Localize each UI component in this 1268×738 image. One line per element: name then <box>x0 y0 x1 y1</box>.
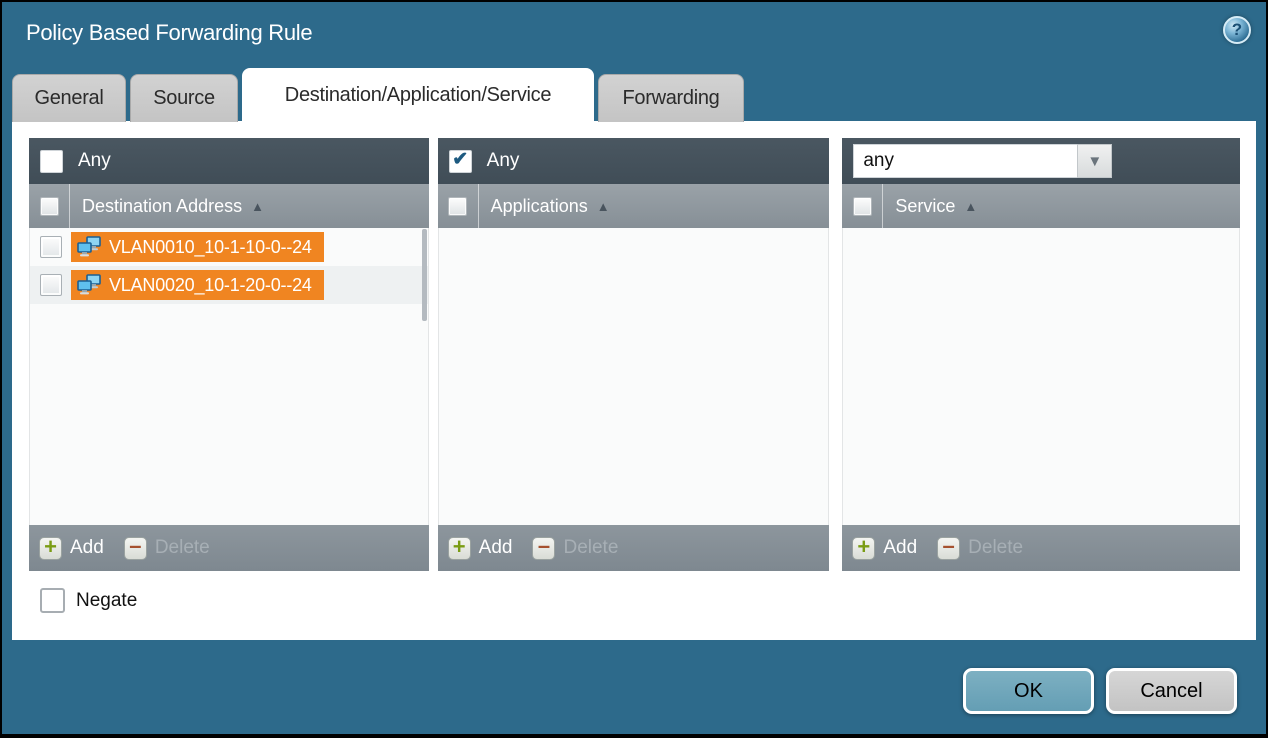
sort-asc-icon: ▲ <box>964 199 977 214</box>
delete-button[interactable]: – Delete <box>124 537 210 560</box>
cancel-button[interactable]: Cancel <box>1106 668 1237 714</box>
tab-general[interactable]: General <box>12 74 126 122</box>
service-select-all-checkbox[interactable] <box>853 197 872 216</box>
tab-bar: General Source Destination/Application/S… <box>12 68 1256 122</box>
destination-address-label: VLAN0010_10-1-10-0--24 <box>109 237 312 258</box>
negate-checkbox[interactable] <box>40 588 65 613</box>
add-icon: + <box>857 536 870 558</box>
delete-button-label: Delete <box>155 537 210 559</box>
ok-button[interactable]: OK <box>963 668 1094 714</box>
service-panel: any ▼ Service ▲ + Add – Delete <box>842 138 1240 571</box>
service-dropdown-value[interactable]: any <box>853 144 1077 178</box>
add-button-label: Add <box>479 537 513 559</box>
add-icon: + <box>453 536 466 558</box>
tab-destination-application-service[interactable]: Destination/Application/Service <box>242 68 594 122</box>
service-column-header[interactable]: Service ▲ <box>842 184 1240 228</box>
add-button[interactable]: + Add <box>39 537 104 560</box>
network-computers-icon <box>76 274 102 296</box>
row-checkbox[interactable] <box>40 236 62 258</box>
applications-list <box>438 228 830 525</box>
delete-button-label: Delete <box>563 537 618 559</box>
help-icon[interactable]: ? <box>1223 16 1251 44</box>
applications-column-title: Applications <box>491 196 588 217</box>
applications-panel: Any Applications ▲ + Add – Delete <box>438 138 830 571</box>
destination-toolbar: + Add – Delete <box>29 525 429 571</box>
applications-select-all-checkbox[interactable] <box>448 197 467 216</box>
delete-icon: – <box>129 535 141 557</box>
add-button[interactable]: + Add <box>852 537 917 560</box>
negate-row: Negate <box>40 588 1240 613</box>
tab-forwarding[interactable]: Forwarding <box>598 74 744 122</box>
table-row: VLAN0010_10-1-10-0--24 <box>30 228 428 266</box>
chevron-down-icon[interactable]: ▼ <box>1077 144 1112 178</box>
service-dropdown[interactable]: any ▼ <box>853 144 1112 178</box>
destination-column-title: Destination Address <box>82 196 242 217</box>
tab-source[interactable]: Source <box>130 74 238 122</box>
table-row: VLAN0020_10-1-20-0--24 <box>30 266 428 304</box>
applications-any-checkbox[interactable] <box>449 150 472 173</box>
destination-any-label: Any <box>78 150 111 172</box>
destination-any-header: Any <box>29 138 429 184</box>
add-button-label: Add <box>70 537 104 559</box>
dialog-title: Policy Based Forwarding Rule <box>26 20 312 46</box>
delete-icon: – <box>538 535 550 557</box>
applications-any-header: Any <box>438 138 830 184</box>
destination-select-all-checkbox[interactable] <box>40 197 59 216</box>
delete-button-label: Delete <box>968 537 1023 559</box>
service-list <box>842 228 1240 525</box>
delete-button[interactable]: – Delete <box>937 537 1023 560</box>
applications-toolbar: + Add – Delete <box>438 525 830 571</box>
applications-select-all-cell <box>438 184 479 228</box>
delete-icon: – <box>943 535 955 557</box>
applications-any-label: Any <box>487 150 520 172</box>
delete-button[interactable]: – Delete <box>532 537 618 560</box>
service-column-title: Service <box>895 196 955 217</box>
service-select-all-cell <box>842 184 883 228</box>
destination-any-checkbox[interactable] <box>40 150 63 173</box>
network-computers-icon <box>76 236 102 258</box>
destination-column-header[interactable]: Destination Address ▲ <box>29 184 429 228</box>
destination-address-label: VLAN0020_10-1-20-0--24 <box>109 275 312 296</box>
destination-select-all-cell <box>29 184 70 228</box>
tab-content: Any Destination Address ▲ <box>12 121 1256 640</box>
sort-asc-icon: ▲ <box>597 199 610 214</box>
add-icon: + <box>44 536 57 558</box>
service-toolbar: + Add – Delete <box>842 525 1240 571</box>
sort-asc-icon: ▲ <box>251 199 264 214</box>
destination-list: VLAN0010_10-1-10-0--24 <box>29 228 429 525</box>
service-any-header: any ▼ <box>842 138 1240 184</box>
scrollbar-thumb[interactable] <box>422 229 427 321</box>
destination-panel: Any Destination Address ▲ <box>29 138 429 571</box>
applications-column-header[interactable]: Applications ▲ <box>438 184 830 228</box>
negate-label: Negate <box>76 590 137 612</box>
destination-address-item[interactable]: VLAN0010_10-1-10-0--24 <box>71 232 324 262</box>
add-button-label: Add <box>883 537 917 559</box>
destination-address-item[interactable]: VLAN0020_10-1-20-0--24 <box>71 270 324 300</box>
row-checkbox[interactable] <box>40 274 62 296</box>
add-button[interactable]: + Add <box>448 537 513 560</box>
